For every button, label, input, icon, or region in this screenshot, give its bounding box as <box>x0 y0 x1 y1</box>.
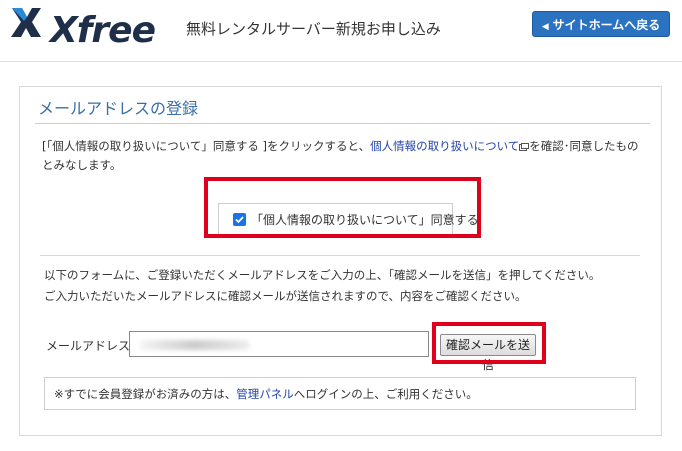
external-window-icon <box>519 142 530 151</box>
title-divider <box>35 123 650 124</box>
email-label: メールアドレス: <box>46 339 135 353</box>
email-input[interactable] <box>129 331 429 357</box>
privacy-policy-link[interactable]: 個人情報の取り扱いについて <box>370 139 519 153</box>
consent-description: [「個人情報の取り扱いについて」同意する ]をクリックすると、個人情報の取り扱い… <box>42 137 640 175</box>
instruction-line-2: ご入力いただいたメールアドレスに確認メールが送信されますので、内容をご確認くださ… <box>44 289 527 303</box>
header: Xfree 無料レンタルサーバー新規お申し込み ◀ サイトホームへ戻る <box>0 0 682 58</box>
highlight-frame-consent <box>204 177 481 238</box>
blurred-email-value <box>140 340 250 350</box>
notice-part1: ※すでに会員登録がお済みの方は、 <box>54 387 237 401</box>
back-button-label: サイトホームへ戻る <box>552 18 661 32</box>
section-title: メールアドレスの登録 <box>38 99 199 118</box>
instruction-line-1: 以下のフォームに、ご登録いただくメールアドレスをご入力の上、「確認メールを送信」… <box>44 268 601 282</box>
instructions: 以下のフォームに、ご登録いただくメールアドレスをご入力の上、「確認メールを送信」… <box>44 265 644 307</box>
back-to-home-button[interactable]: ◀ サイトホームへ戻る <box>532 11 670 37</box>
notice-part2: へログインの上、ご利用ください。 <box>293 387 478 401</box>
notice-text: ※すでに会員登録がお済みの方は、管理パネルへログインの上、ご利用ください。 <box>54 386 478 402</box>
chevron-left-icon: ◀ <box>541 22 549 32</box>
page-title: 無料レンタルサーバー新規お申し込み <box>186 20 441 38</box>
xfree-logo[interactable]: Xfree <box>10 4 156 51</box>
email-registration-panel: メールアドレスの登録 [「個人情報の取り扱いについて」同意する ]をクリックする… <box>19 86 662 436</box>
logo-x-mark-icon <box>11 8 41 37</box>
admin-panel-link[interactable]: 管理パネル <box>236 387 294 401</box>
section-divider <box>40 255 640 256</box>
logo-text: Xfree <box>50 10 156 51</box>
header-divider <box>0 61 682 62</box>
consent-text-part1: [「個人情報の取り扱いについて」同意する ]をクリックすると、 <box>42 139 371 153</box>
existing-member-notice: ※すでに会員登録がお済みの方は、管理パネルへログインの上、ご利用ください。 <box>44 377 636 410</box>
highlight-frame-send-button <box>432 322 546 364</box>
